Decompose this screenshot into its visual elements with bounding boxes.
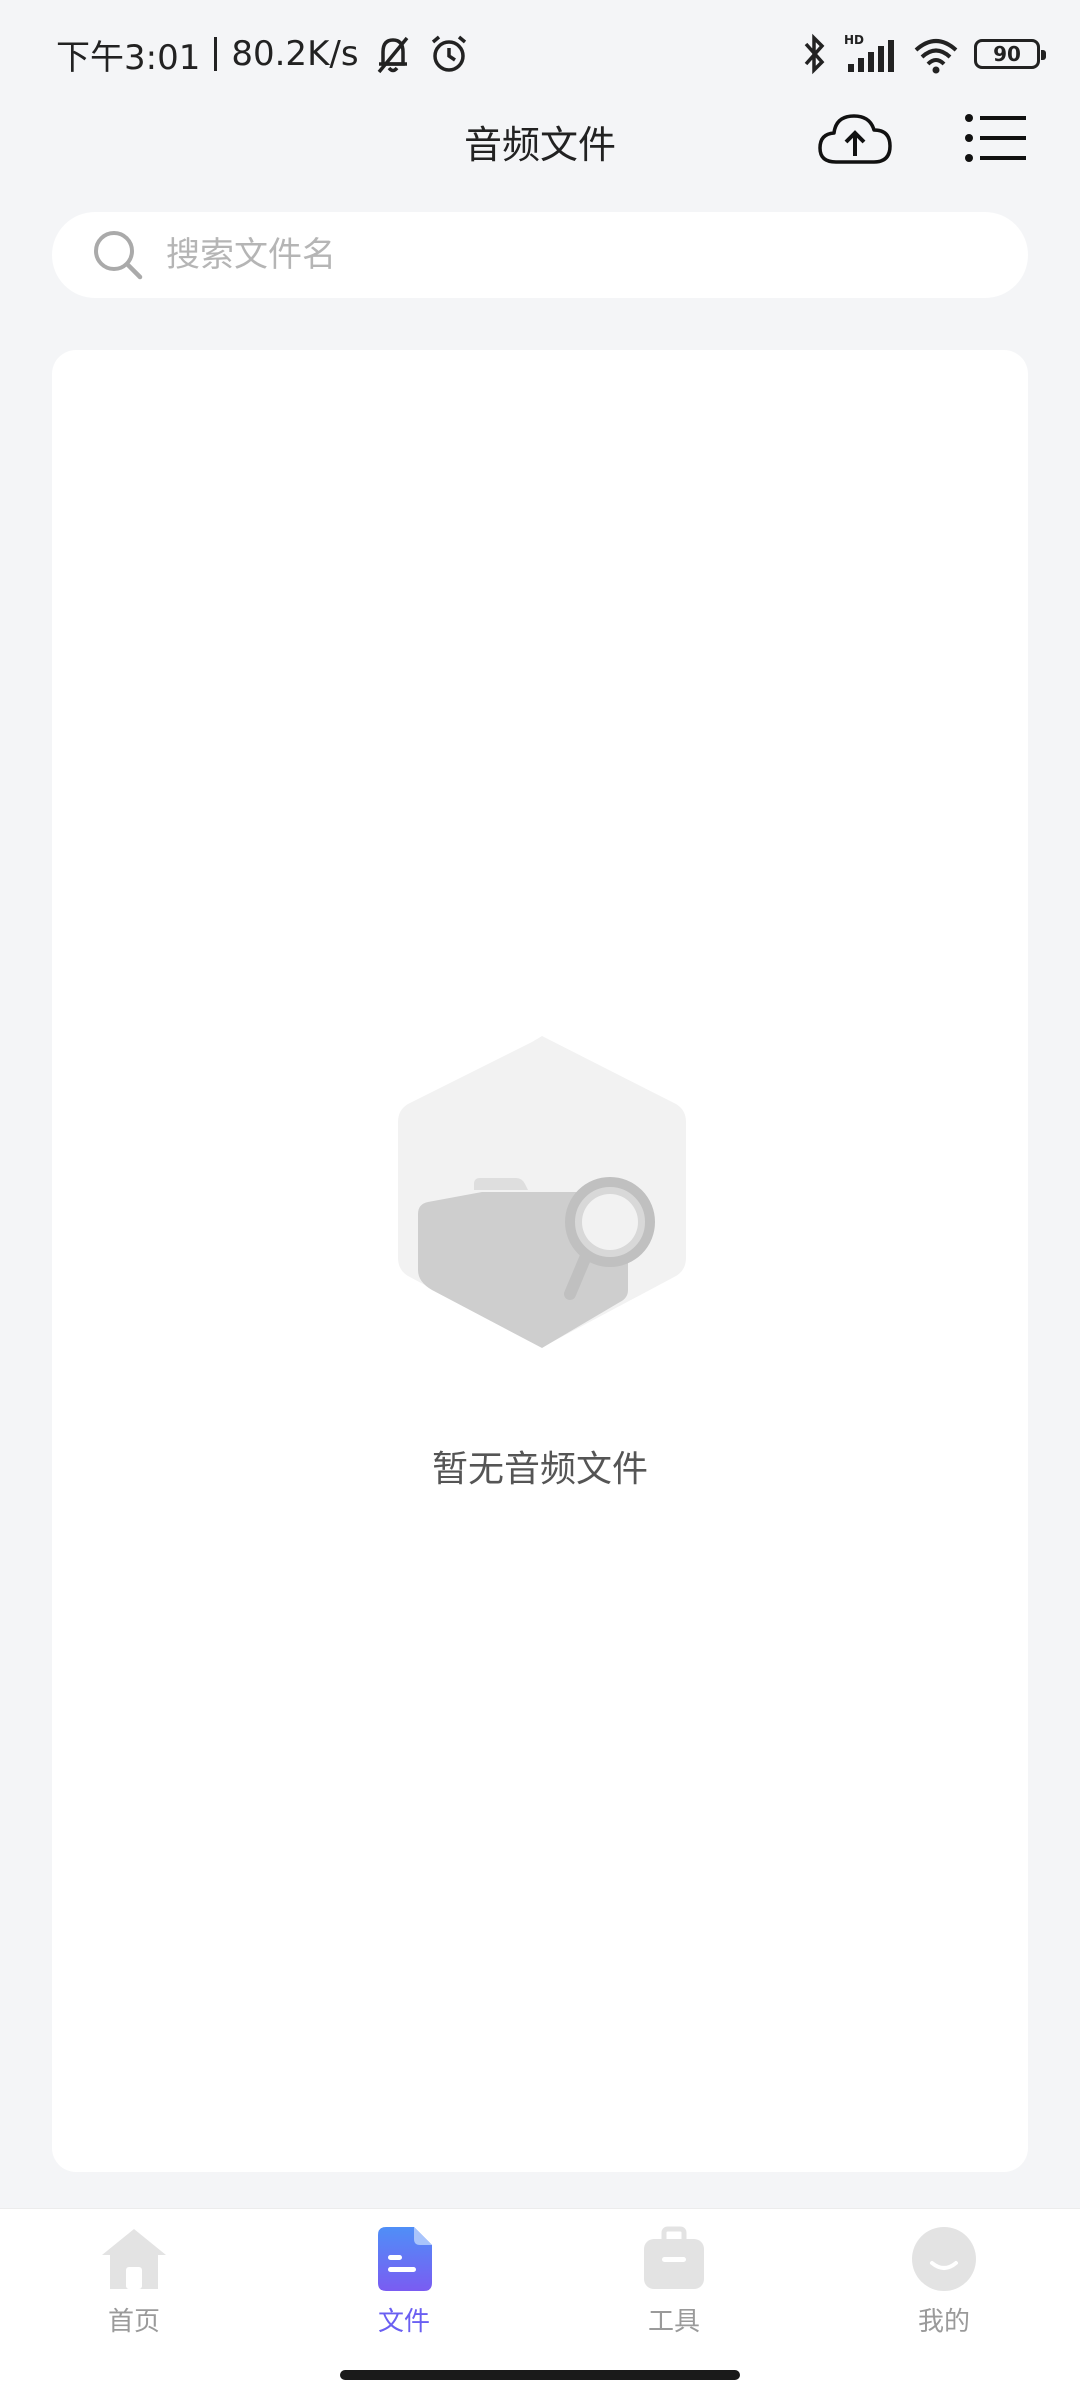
file-list-card: 暂无音频文件: [52, 350, 1028, 2172]
signal-hd-icon: HD: [844, 33, 894, 72]
status-bar: 下午3:01 80.2K/s HD 90: [0, 0, 1080, 100]
nav-home[interactable]: 首页: [34, 2225, 234, 2355]
upload-button[interactable]: [816, 108, 894, 172]
nav-home-label: 首页: [107, 2307, 160, 2337]
svg-text:HD: HD: [844, 33, 864, 47]
nav-files-label: 文件: [377, 2307, 430, 2337]
battery-icon: 90: [974, 39, 1046, 69]
status-right: HD 90: [800, 26, 1046, 82]
search-bar[interactable]: [52, 212, 1028, 298]
nav-tools[interactable]: 工具: [574, 2225, 774, 2355]
search-input[interactable]: [166, 225, 1028, 285]
search-icon: [94, 231, 143, 280]
alarm-icon: [431, 35, 466, 72]
home-icon: [102, 2229, 166, 2289]
home-indicator[interactable]: [340, 2370, 740, 2380]
cloud-upload-icon: [818, 114, 892, 164]
network-speed: 80.2K/s: [231, 34, 359, 74]
header: 音频文件: [0, 100, 1080, 190]
toolbox-icon: [644, 2226, 704, 2289]
wifi-icon: [914, 39, 958, 74]
status-time: 下午3:01: [56, 37, 201, 78]
empty-folder-illustration: [398, 1036, 686, 1348]
nav-tools-label: 工具: [647, 2307, 700, 2337]
list-icon: [965, 114, 1026, 162]
bluetooth-icon: [804, 33, 825, 75]
file-icon: [378, 2227, 432, 2291]
bell-muted-icon: [377, 36, 408, 74]
status-separator: [214, 37, 218, 71]
status-left: 下午3:01 80.2K/s: [56, 26, 471, 82]
page-title: 音频文件: [463, 123, 616, 167]
nav-profile[interactable]: 我的: [844, 2225, 1044, 2355]
list-menu-button[interactable]: [964, 108, 1030, 170]
nav-profile-label: 我的: [917, 2307, 970, 2337]
nav-files[interactable]: 文件: [304, 2225, 504, 2355]
screen: 下午3:01 80.2K/s HD 90 音频文件 搜索文件名 暂无音频文件 首…: [0, 0, 1080, 2400]
empty-state-message: 暂无音频文件: [431, 1449, 648, 1490]
profile-icon: [912, 2227, 976, 2291]
battery-level: 90: [993, 42, 1021, 66]
